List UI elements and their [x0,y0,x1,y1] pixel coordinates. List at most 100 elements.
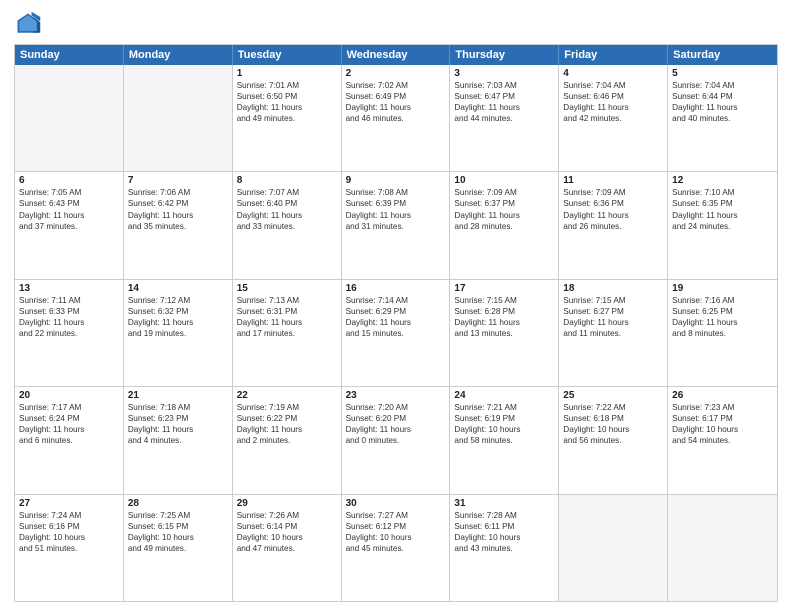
calendar-cell [668,495,777,601]
cell-line: Sunrise: 7:15 AM [563,295,663,306]
calendar-cell: 30Sunrise: 7:27 AMSunset: 6:12 PMDayligh… [342,495,451,601]
cell-line: and 17 minutes. [237,328,337,339]
day-number: 25 [563,390,663,401]
cell-line: and 0 minutes. [346,435,446,446]
calendar-header-day: Saturday [668,45,777,65]
cell-line: and 31 minutes. [346,221,446,232]
cell-line: Sunrise: 7:25 AM [128,510,228,521]
day-number: 30 [346,498,446,509]
cell-line: Sunset: 6:43 PM [19,198,119,209]
calendar-header-day: Wednesday [342,45,451,65]
day-number: 28 [128,498,228,509]
cell-line: Sunset: 6:39 PM [346,198,446,209]
cell-line: Daylight: 10 hours [672,424,773,435]
cell-line: Sunset: 6:11 PM [454,521,554,532]
calendar-cell: 10Sunrise: 7:09 AMSunset: 6:37 PMDayligh… [450,172,559,278]
calendar-cell: 4Sunrise: 7:04 AMSunset: 6:46 PMDaylight… [559,65,668,171]
cell-line: Sunset: 6:12 PM [346,521,446,532]
cell-line: Sunset: 6:32 PM [128,306,228,317]
day-number: 23 [346,390,446,401]
cell-line: and 58 minutes. [454,435,554,446]
day-number: 14 [128,283,228,294]
cell-line: Sunset: 6:31 PM [237,306,337,317]
cell-line: and 2 minutes. [237,435,337,446]
cell-line: Sunrise: 7:03 AM [454,80,554,91]
calendar: SundayMondayTuesdayWednesdayThursdayFrid… [14,44,778,602]
day-number: 9 [346,175,446,186]
cell-line: and 26 minutes. [563,221,663,232]
cell-line: and 54 minutes. [672,435,773,446]
cell-line: Sunrise: 7:04 AM [672,80,773,91]
cell-line: and 13 minutes. [454,328,554,339]
cell-line: and 28 minutes. [454,221,554,232]
cell-line: Sunrise: 7:24 AM [19,510,119,521]
page-header [14,10,778,38]
calendar-body: 1Sunrise: 7:01 AMSunset: 6:50 PMDaylight… [15,65,777,601]
cell-line: Daylight: 10 hours [237,532,337,543]
cell-line: Sunrise: 7:13 AM [237,295,337,306]
cell-line: Daylight: 11 hours [563,102,663,113]
cell-line: Sunrise: 7:09 AM [563,187,663,198]
day-number: 16 [346,283,446,294]
cell-line: Sunrise: 7:01 AM [237,80,337,91]
cell-line: and 19 minutes. [128,328,228,339]
day-number: 4 [563,68,663,79]
cell-line: Sunset: 6:20 PM [346,413,446,424]
cell-line: Sunrise: 7:28 AM [454,510,554,521]
cell-line: Sunset: 6:19 PM [454,413,554,424]
cell-line: Daylight: 11 hours [454,102,554,113]
cell-line: Sunrise: 7:20 AM [346,402,446,413]
cell-line: and 24 minutes. [672,221,773,232]
calendar-cell: 16Sunrise: 7:14 AMSunset: 6:29 PMDayligh… [342,280,451,386]
cell-line: Daylight: 11 hours [237,102,337,113]
cell-line: Sunset: 6:42 PM [128,198,228,209]
day-number: 1 [237,68,337,79]
cell-line: and 40 minutes. [672,113,773,124]
day-number: 7 [128,175,228,186]
cell-line: and 8 minutes. [672,328,773,339]
cell-line: and 45 minutes. [346,543,446,554]
cell-line: Sunset: 6:44 PM [672,91,773,102]
calendar-cell: 28Sunrise: 7:25 AMSunset: 6:15 PMDayligh… [124,495,233,601]
cell-line: Sunrise: 7:22 AM [563,402,663,413]
cell-line: and 35 minutes. [128,221,228,232]
cell-line: Daylight: 11 hours [128,210,228,221]
calendar-cell: 12Sunrise: 7:10 AMSunset: 6:35 PMDayligh… [668,172,777,278]
day-number: 17 [454,283,554,294]
calendar-cell: 26Sunrise: 7:23 AMSunset: 6:17 PMDayligh… [668,387,777,493]
cell-line: Daylight: 11 hours [128,424,228,435]
calendar-cell: 27Sunrise: 7:24 AMSunset: 6:16 PMDayligh… [15,495,124,601]
cell-line: Sunset: 6:36 PM [563,198,663,209]
calendar-header: SundayMondayTuesdayWednesdayThursdayFrid… [15,45,777,65]
cell-line: Sunrise: 7:26 AM [237,510,337,521]
cell-line: Sunset: 6:22 PM [237,413,337,424]
day-number: 10 [454,175,554,186]
logo-icon [14,10,42,38]
calendar-cell: 19Sunrise: 7:16 AMSunset: 6:25 PMDayligh… [668,280,777,386]
cell-line: Sunrise: 7:12 AM [128,295,228,306]
day-number: 26 [672,390,773,401]
cell-line: Sunrise: 7:19 AM [237,402,337,413]
cell-line: and 51 minutes. [19,543,119,554]
cell-line: Sunset: 6:50 PM [237,91,337,102]
calendar-week: 6Sunrise: 7:05 AMSunset: 6:43 PMDaylight… [15,172,777,279]
calendar-cell: 31Sunrise: 7:28 AMSunset: 6:11 PMDayligh… [450,495,559,601]
day-number: 3 [454,68,554,79]
cell-line: Sunset: 6:16 PM [19,521,119,532]
cell-line: Sunrise: 7:14 AM [346,295,446,306]
cell-line: and 22 minutes. [19,328,119,339]
cell-line: Sunrise: 7:18 AM [128,402,228,413]
calendar-header-day: Monday [124,45,233,65]
calendar-cell: 1Sunrise: 7:01 AMSunset: 6:50 PMDaylight… [233,65,342,171]
cell-line: Sunset: 6:35 PM [672,198,773,209]
cell-line: Daylight: 11 hours [346,102,446,113]
cell-line: Daylight: 11 hours [346,424,446,435]
calendar-cell: 17Sunrise: 7:15 AMSunset: 6:28 PMDayligh… [450,280,559,386]
calendar-week: 13Sunrise: 7:11 AMSunset: 6:33 PMDayligh… [15,280,777,387]
cell-line: and 49 minutes. [128,543,228,554]
calendar-week: 20Sunrise: 7:17 AMSunset: 6:24 PMDayligh… [15,387,777,494]
cell-line: and 4 minutes. [128,435,228,446]
cell-line: Daylight: 11 hours [672,317,773,328]
cell-line: Daylight: 11 hours [128,317,228,328]
cell-line: Sunrise: 7:23 AM [672,402,773,413]
